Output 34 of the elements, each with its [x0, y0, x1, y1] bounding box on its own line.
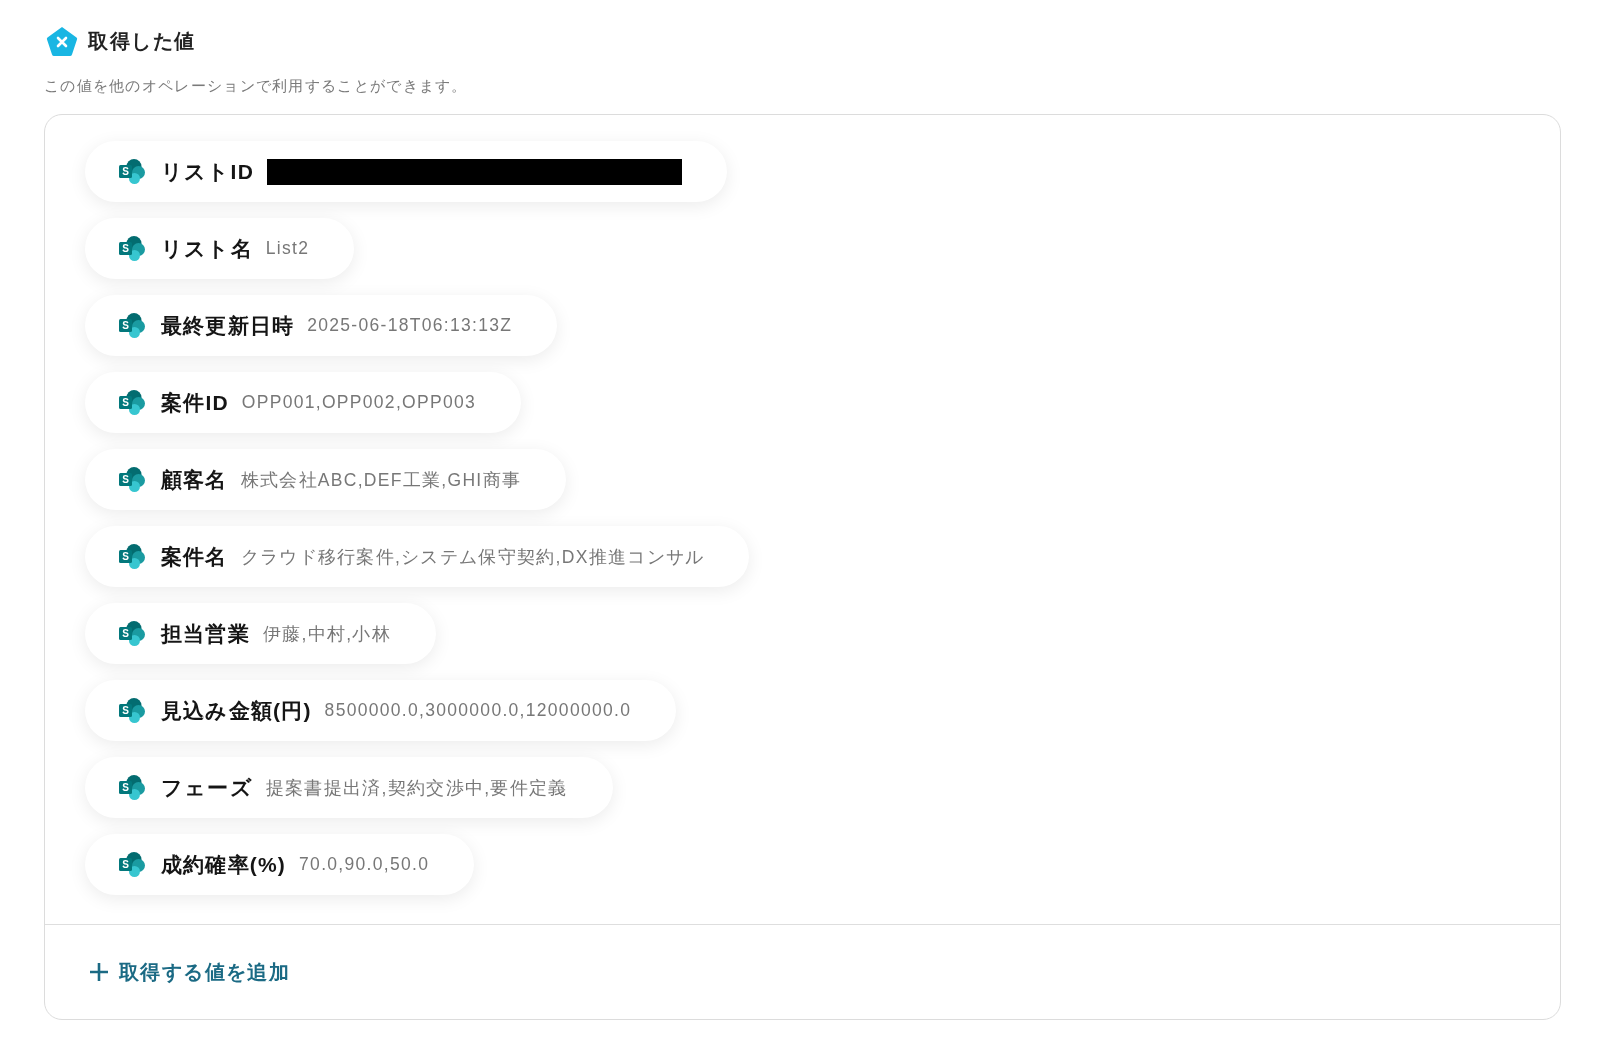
- value-text: 株式会社ABC,DEF工業,GHI商事: [240, 468, 522, 492]
- value-label: フェーズ: [161, 774, 253, 801]
- value-label: 最終更新日時: [161, 312, 295, 339]
- value-text: OPP001,OPP002,OPP003: [241, 392, 476, 413]
- value-label: 成約確率(%): [161, 851, 287, 878]
- value-label: リストID: [161, 158, 254, 185]
- section-description: この値を他のオペレーションで利用することができます。: [44, 76, 469, 96]
- value-label: 案件名: [161, 543, 228, 570]
- value-chip[interactable]: S 最終更新日時 2025-06-18T06:13:13Z: [85, 295, 558, 356]
- value-chip[interactable]: S 案件名 クラウド移行案件,システム保守契約,DX推進コンサル: [85, 526, 750, 587]
- value-chip[interactable]: S 顧客名 株式会社ABC,DEF工業,GHI商事: [85, 449, 567, 510]
- value-text: List2: [265, 238, 310, 259]
- value-chip[interactable]: S 見込み金額(円) 8500000.0,3000000.0,12000000.0: [85, 680, 677, 741]
- value-text: 70.0,90.0,50.0: [299, 854, 430, 875]
- section-title: 取得した値: [88, 29, 196, 54]
- value-chip[interactable]: S リストID: [85, 141, 727, 202]
- value-chip[interactable]: S 案件ID OPP001,OPP002,OPP003: [85, 372, 521, 433]
- x-pentagon-icon: [46, 26, 78, 57]
- value-chip[interactable]: S フェーズ 提案書提出済,契約交渉中,要件定義: [85, 757, 613, 818]
- value-chip[interactable]: S 担当営業 伊藤,中村,小林: [85, 603, 436, 664]
- value-label: 見込み金額(円): [161, 697, 312, 724]
- value-text: クラウド移行案件,システム保守契約,DX推進コンサル: [240, 545, 705, 569]
- value-chip[interactable]: S 成約確率(%) 70.0,90.0,50.0: [85, 834, 475, 895]
- add-value-button[interactable]: 取得する値を追加: [89, 958, 291, 986]
- value-label: 案件ID: [161, 389, 229, 416]
- value-text: 2025-06-18T06:13:13Z: [307, 315, 513, 336]
- value-text: 8500000.0,3000000.0,12000000.0: [324, 700, 632, 721]
- value-chip[interactable]: S リスト名 List2: [85, 218, 355, 279]
- value-text: 提案書提出済,契約交渉中,要件定義: [265, 776, 568, 800]
- value-label: 顧客名: [161, 466, 228, 493]
- plus-icon: [89, 962, 109, 982]
- value-text: 伊藤,中村,小林: [262, 622, 391, 646]
- value-label: リスト名: [161, 235, 253, 262]
- value-label: 担当営業: [161, 620, 250, 647]
